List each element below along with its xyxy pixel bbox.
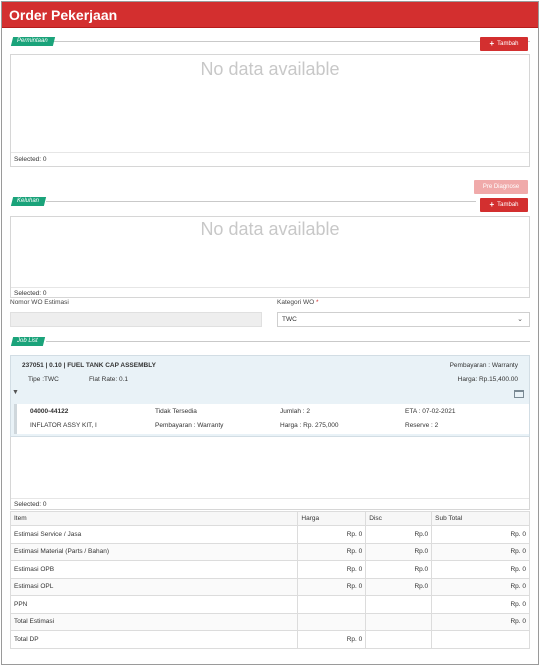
row-label: Estimasi OPB (9, 560, 299, 579)
table-row: Estimasi OPB Rp. 0 Rp.0 Rp. 0 (9, 560, 530, 579)
selected-count: Selected: 0 (14, 156, 47, 163)
permintaan-grid: No data available Selected: 0 (10, 54, 530, 167)
job-harga: Harga: Rp.15,400.00 (457, 376, 518, 383)
section-divider (50, 41, 530, 42)
table-row: Estimasi Service / Jasa Rp. 0 Rp.0 Rp. 0 (9, 525, 530, 544)
grid-footer-line (11, 287, 529, 288)
row-disc: Rp.0 (365, 560, 433, 579)
row-label: Total Estimasi (9, 612, 299, 631)
selected-count: Selected: 0 (14, 501, 47, 508)
row-disc: Rp.0 (365, 525, 433, 544)
part-reserve: Reserve : 2 (405, 422, 439, 429)
row-harga: Rp. 0 (297, 560, 367, 579)
row-harga: Rp. 0 (297, 577, 367, 596)
page-title: Order Pekerjaan (9, 7, 118, 23)
row-harga: Rp. 0 (297, 630, 367, 649)
row-disc (365, 630, 433, 649)
table-header-row: Item Harga Disc Sub Total (9, 511, 530, 526)
job-pembayaran: Pembayaran : Warranty (449, 362, 518, 369)
keluhan-grid: No data available Selected: 0 (10, 216, 530, 298)
part-name: INFLATOR ASSY KIT, I (30, 422, 97, 429)
row-subtotal: Rp. 0 (431, 595, 530, 614)
selected-count: Selected: 0 (14, 290, 47, 297)
part-harga: Harga : Rp. 275,000 (280, 422, 339, 429)
row-disc: Rp.0 (365, 577, 433, 596)
chevron-down-icon: ⌄ (517, 316, 523, 323)
row-subtotal: Rp. 0 (431, 577, 530, 596)
table-row: Total DP Rp. 0 (9, 630, 530, 649)
plus-icon: + (489, 200, 495, 209)
row-harga (297, 595, 367, 614)
row-harga: Rp. 0 (297, 542, 367, 561)
table-row: PPN Rp. 0 (9, 595, 530, 614)
row-subtotal: Rp. 0 (431, 542, 530, 561)
job-title: 237051 | 0.10 | FUEL TANK CAP ASSEMBLY (22, 362, 156, 369)
kategori-wo-select[interactable]: TWC ⌄ (277, 312, 530, 327)
part-pembayaran: Pembayaran : Warranty (155, 422, 224, 429)
row-harga: Rp. 0 (297, 525, 367, 544)
pre-diagnose-button[interactable]: Pre Diagnose (474, 180, 528, 194)
row-disc: Rp.0 (365, 542, 433, 561)
table-row: Estimasi OPL Rp. 0 Rp.0 Rp. 0 (9, 577, 530, 596)
column-header: Sub Total (431, 511, 530, 526)
row-label: Estimasi OPL (9, 577, 299, 596)
no-data-text: No data available (200, 219, 340, 239)
row-label: PPN (9, 595, 299, 614)
table-row: Total Estimasi Rp. 0 (9, 612, 530, 631)
estimasi-table: Item Harga Disc Sub Total Estimasi Servi… (9, 511, 530, 649)
section-tag-keluhan: Keluhan (10, 197, 47, 206)
part-eta: ETA : 07-02-2021 (405, 408, 456, 415)
section-divider (46, 201, 476, 202)
part-row[interactable]: 04000-44122 INFLATOR ASSY KIT, I Tidak T… (14, 404, 529, 434)
row-label: Estimasi Material (Parts / Bahan) (9, 542, 299, 561)
table-row: Estimasi Material (Parts / Bahan) Rp. 0 … (9, 542, 530, 561)
job-flat-rate: Flat Rate: 0.1 (89, 376, 129, 383)
row-subtotal (431, 630, 530, 649)
part-availability: Tidak Tersedia (155, 408, 197, 415)
grid-footer-line (11, 498, 529, 499)
row-disc (365, 612, 433, 631)
calendar-icon[interactable] (514, 390, 524, 398)
column-header: Harga (297, 511, 367, 526)
row-label: Estimasi Service / Jasa (9, 525, 299, 544)
section-tag-permintaan: Permintaan (10, 37, 55, 46)
add-permintaan-button[interactable]: + Tambah (480, 37, 528, 51)
row-disc (365, 595, 433, 614)
plus-icon: + (489, 39, 495, 48)
row-harga (297, 612, 367, 631)
column-header: Disc (365, 511, 433, 526)
caret-down-icon[interactable]: ▼ (12, 389, 19, 396)
nomor-wo-label: Nomor WO Estimasi (10, 299, 69, 306)
add-keluhan-button[interactable]: + Tambah (480, 198, 528, 212)
part-code: 04000-44122 (30, 408, 69, 415)
section-divider (46, 341, 530, 342)
section-tag-joblist: Job List (10, 337, 45, 346)
job-tipe: Tipe :TWC (28, 376, 59, 383)
row-subtotal: Rp. 0 (431, 525, 530, 544)
grid-footer-line (11, 152, 529, 153)
row-label: Total DP (9, 630, 299, 649)
part-jumlah: Jumlah : 2 (280, 408, 310, 415)
nomor-wo-input[interactable] (10, 312, 262, 327)
row-subtotal: Rp. 0 (431, 612, 530, 631)
column-header: Item (9, 511, 299, 526)
page-header: Order Pekerjaan (2, 2, 538, 28)
no-data-text: No data available (200, 59, 340, 79)
kategori-wo-label: Kategori WO * (277, 299, 319, 306)
row-subtotal: Rp. 0 (431, 560, 530, 579)
